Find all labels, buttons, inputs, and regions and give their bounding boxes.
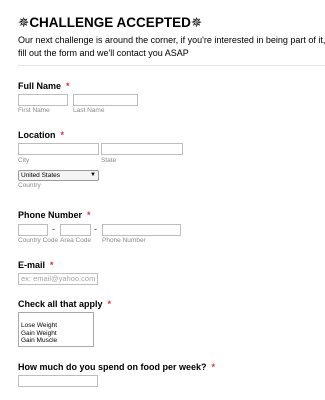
phone-number-sublabel: Phone Number bbox=[102, 237, 146, 244]
phone-separator: - bbox=[52, 224, 55, 234]
checks-label-text: Check all that apply bbox=[18, 299, 103, 309]
email-label: E-mail * bbox=[18, 260, 54, 270]
area-code-sublabel: Area Code bbox=[60, 237, 92, 244]
phone-number-input[interactable] bbox=[102, 224, 181, 236]
required-asterisk: * bbox=[60, 130, 65, 140]
location-label: Location * bbox=[18, 130, 64, 140]
burst-icon: ✵ bbox=[190, 15, 203, 30]
location-label-text: Location bbox=[18, 130, 56, 140]
full-name-label: Full Name * bbox=[18, 81, 70, 91]
checks-label: Check all that apply * bbox=[18, 299, 111, 309]
email-input[interactable]: ex: email@yahoo.com bbox=[18, 273, 98, 285]
phone-label-text: Phone Number bbox=[18, 210, 83, 220]
phone-separator: - bbox=[94, 224, 97, 234]
required-asterisk: * bbox=[50, 260, 54, 270]
last-name-sublabel: Last Name bbox=[73, 107, 105, 114]
required-asterisk: * bbox=[211, 362, 216, 372]
email-placeholder: ex: email@yahoo.com bbox=[21, 274, 96, 283]
last-name-input[interactable] bbox=[73, 94, 138, 106]
required-asterisk: * bbox=[107, 299, 112, 309]
burst-icon: ✵ bbox=[18, 15, 30, 30]
goals-listbox[interactable]: Lose Weight Gain Weight Gain Muscle bbox=[18, 312, 94, 347]
food-spend-input[interactable] bbox=[18, 375, 98, 387]
required-asterisk: * bbox=[66, 81, 70, 91]
form-header: ✵CHALLENGE ACCEPTED✵ Our next challenge … bbox=[18, 14, 325, 59]
state-input[interactable] bbox=[101, 143, 183, 155]
email-label-text: E-mail bbox=[18, 260, 46, 270]
city-input[interactable] bbox=[18, 143, 99, 155]
form-subtitle: Our next challenge is around the corner,… bbox=[18, 35, 325, 58]
phone-label: Phone Number * bbox=[18, 210, 91, 220]
food-spend-label-text: How much do you spend on food per week? bbox=[18, 362, 207, 372]
form-title-text: CHALLENGE ACCEPTED bbox=[29, 15, 191, 30]
food-spend-label: How much do you spend on food per week? * bbox=[18, 362, 215, 372]
country-selected-value: United States bbox=[21, 172, 61, 179]
required-asterisk: * bbox=[87, 210, 91, 220]
country-sublabel: Country bbox=[18, 182, 41, 189]
area-code-input[interactable] bbox=[60, 224, 91, 236]
header-divider bbox=[18, 65, 325, 66]
state-sublabel: State bbox=[101, 157, 117, 164]
list-item[interactable]: Gain Muscle bbox=[21, 337, 93, 345]
list-item[interactable]: Gain Weight bbox=[21, 330, 93, 338]
form-title: ✵CHALLENGE ACCEPTED✵ bbox=[18, 14, 325, 32]
dropdown-arrow-icon: ▼ bbox=[90, 172, 96, 178]
country-code-sublabel: Country Code bbox=[18, 237, 59, 244]
country-code-input[interactable] bbox=[18, 224, 48, 236]
first-name-input[interactable] bbox=[18, 94, 68, 106]
country-select[interactable]: United States ▼ bbox=[18, 170, 99, 181]
first-name-sublabel: First Name bbox=[18, 107, 50, 114]
city-sublabel: City bbox=[18, 157, 30, 164]
list-item[interactable]: Lose Weight bbox=[21, 322, 93, 330]
full-name-label-text: Full Name bbox=[18, 81, 62, 91]
